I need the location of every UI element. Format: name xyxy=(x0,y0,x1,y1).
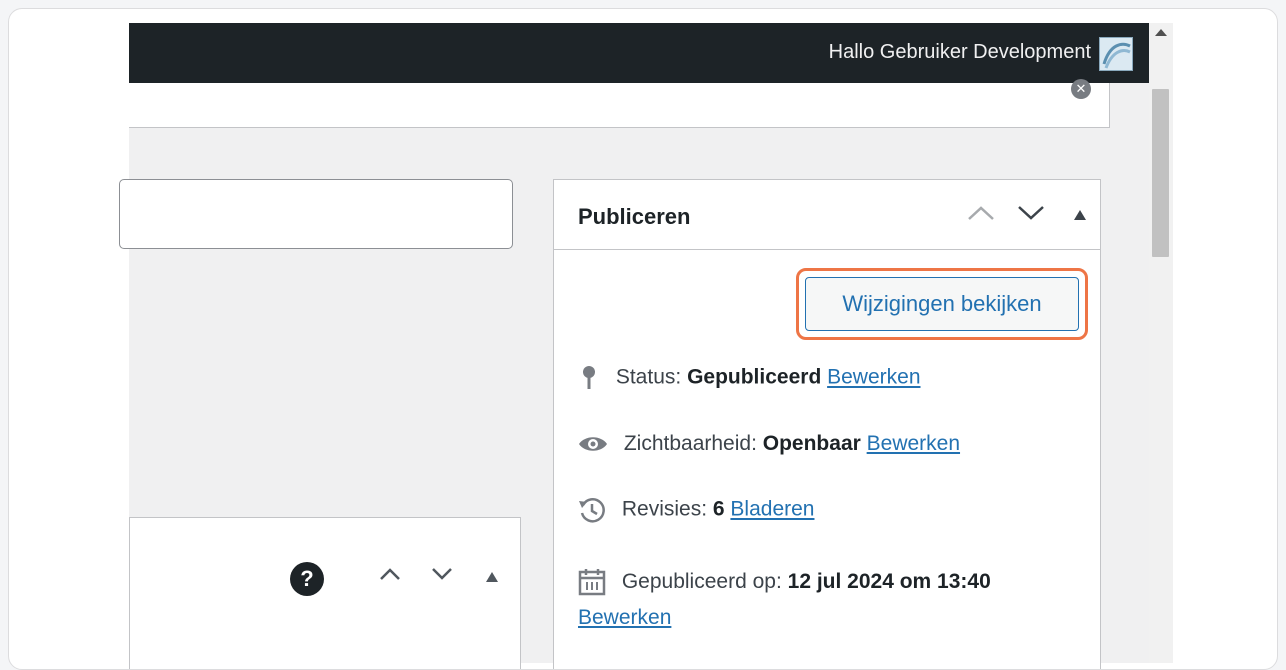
publish-box-header: Publiceren xyxy=(554,180,1100,250)
status-label: Status: xyxy=(615,365,682,389)
lower-metabox: ? xyxy=(129,517,521,669)
arrow-down-icon[interactable] xyxy=(430,566,454,582)
published-on-row: Gepubliceerd op: 12 jul 2024 om 13:40 Be… xyxy=(578,564,991,636)
visibility-value: Openbaar xyxy=(762,432,861,455)
edit-publish-date-link[interactable]: Bewerken xyxy=(578,606,671,629)
scroll-up-arrow[interactable] xyxy=(1155,29,1167,36)
arrow-up-icon[interactable] xyxy=(966,204,996,222)
revisions-label: Revisies: xyxy=(621,497,708,521)
edit-visibility-link[interactable]: Bewerken xyxy=(867,432,960,455)
toggle-triangle-icon[interactable] xyxy=(486,572,498,582)
admin-notice: ✕ xyxy=(129,79,1110,128)
pin-icon xyxy=(583,366,595,389)
toggle-triangle-icon[interactable] xyxy=(1074,210,1086,220)
edit-status-link[interactable]: Bewerken xyxy=(827,366,920,389)
account-greeting[interactable]: Hallo Gebruiker Development xyxy=(829,41,1091,64)
wp-editor-stage: Hallo Gebruiker Development ✕ ? Publicer… xyxy=(9,9,1277,669)
arrow-down-icon[interactable] xyxy=(1016,204,1046,222)
dismiss-icon[interactable]: ✕ xyxy=(1071,79,1091,99)
scrollbar-thumb[interactable] xyxy=(1152,89,1169,257)
preview-changes-button[interactable]: Wijzigingen bekijken xyxy=(805,277,1079,331)
admin-bar: Hallo Gebruiker Development xyxy=(129,23,1149,83)
visibility-row: Zichtbaarheid: Openbaar Bewerken xyxy=(578,432,960,456)
scrollbar[interactable] xyxy=(1149,23,1173,663)
preview-button-highlight: Wijzigingen bekijken xyxy=(796,268,1088,340)
help-icon[interactable]: ? xyxy=(290,562,324,596)
post-title-input[interactable] xyxy=(119,179,513,249)
screenshot-frame: Hallo Gebruiker Development ✕ ? Publicer… xyxy=(8,8,1278,670)
history-icon xyxy=(579,498,605,523)
avatar-graphic xyxy=(1100,38,1132,70)
revisions-row: Revisies: 6 Bladeren xyxy=(578,496,814,524)
published-on-value: 12 jul 2024 om 13:40 xyxy=(787,570,991,593)
arrow-up-icon[interactable] xyxy=(378,566,402,582)
publish-box-title: Publiceren xyxy=(578,204,691,229)
published-on-label: Gepubliceerd op: xyxy=(621,570,782,593)
revisions-value: 6 xyxy=(712,497,725,521)
publish-box: Publiceren Wijzigingen bekijken Status: … xyxy=(553,179,1101,669)
status-row: Status: Gepubliceerd Bewerken xyxy=(578,364,921,392)
calendar-icon xyxy=(578,569,606,596)
status-value: Gepubliceerd xyxy=(687,365,822,389)
visibility-label: Zichtbaarheid: xyxy=(623,432,757,455)
browse-revisions-link[interactable]: Bladeren xyxy=(730,498,814,521)
eye-icon xyxy=(579,437,607,452)
user-avatar[interactable] xyxy=(1099,37,1133,71)
